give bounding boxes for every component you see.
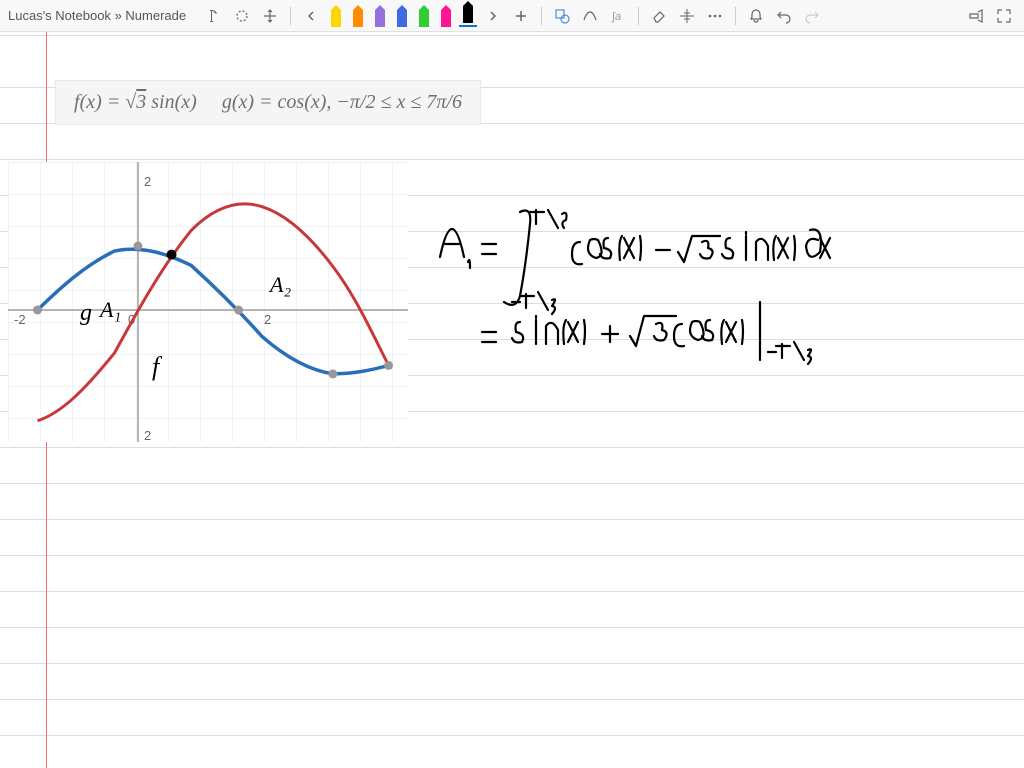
ruler-button[interactable] <box>675 4 699 28</box>
redo-icon <box>804 8 820 24</box>
formula-f: f(x) = √3 sin(x) <box>74 91 197 113</box>
fullscreen-button[interactable] <box>992 4 1016 28</box>
breadcrumb[interactable]: Lucas's Notebook » Numerade <box>8 8 186 23</box>
ink-shape-icon <box>582 8 598 24</box>
more-button[interactable] <box>703 4 727 28</box>
eraser-button[interactable] <box>647 4 671 28</box>
formula-box: f(x) = √3 sin(x) g(x) = cos(x), −π/2 ≤ x… <box>55 80 481 125</box>
lasso-tool-button[interactable] <box>230 4 254 28</box>
ytick-neg2: 2 <box>144 428 151 442</box>
handwritten-math <box>430 202 990 402</box>
insert-space-button[interactable] <box>258 4 282 28</box>
shapes-button[interactable] <box>550 4 574 28</box>
highlighter-blue[interactable] <box>393 5 411 27</box>
notebook-page[interactable]: f(x) = √3 sin(x) g(x) = cos(x), −π/2 ≤ x… <box>0 32 1024 768</box>
text-cursor-icon <box>206 8 222 24</box>
highlighter-pink[interactable] <box>437 5 455 27</box>
pen-black[interactable] <box>459 5 477 27</box>
toolbar: Lucas's Notebook » Numerade ∫a <box>0 0 1024 32</box>
fullscreen-icon <box>996 8 1012 24</box>
plot-container[interactable]: -2 0 2 2 2 <box>8 162 408 442</box>
highlighter-green-icon <box>419 9 429 27</box>
ink-math-icon: ∫a <box>610 8 626 24</box>
add-pen-button[interactable] <box>509 4 533 28</box>
breadcrumb-separator: » <box>115 8 122 23</box>
svg-text:∫a: ∫a <box>611 11 621 23</box>
highlighter-yellow-icon <box>331 9 341 27</box>
text-tool-button[interactable] <box>202 4 226 28</box>
chevron-right-icon <box>488 11 498 21</box>
highlighter-orange-icon <box>353 9 363 27</box>
dot-g-min <box>328 369 337 378</box>
highlighter-purple-icon <box>375 9 385 27</box>
separator <box>638 7 639 25</box>
dot-end <box>384 361 393 370</box>
dot-g-start <box>33 306 42 315</box>
highlighter-orange[interactable] <box>349 5 367 27</box>
chevron-left-icon <box>306 11 316 21</box>
shapes-icon <box>554 8 570 24</box>
eraser-icon <box>651 8 667 24</box>
breadcrumb-page: Numerade <box>125 8 186 23</box>
pen-black-icon <box>463 5 473 23</box>
plot-svg: -2 0 2 2 2 <box>8 162 408 442</box>
ink-to-math-button[interactable]: ∫a <box>606 4 630 28</box>
xtick-neg2: -2 <box>14 312 26 327</box>
ruler-icon <box>679 8 695 24</box>
breadcrumb-notebook: Lucas's Notebook <box>8 8 111 23</box>
plus-icon <box>514 9 528 23</box>
dot-intersection <box>167 250 177 260</box>
formula-g: g(x) = cos(x), −π/2 ≤ x ≤ 7π/6 <box>222 91 462 113</box>
highlighter-blue-icon <box>397 9 407 27</box>
highlighter-yellow[interactable] <box>327 5 345 27</box>
bell-icon <box>748 8 764 24</box>
highlighter-purple[interactable] <box>371 5 389 27</box>
ytick-2: 2 <box>144 174 151 189</box>
highlighter-green[interactable] <box>415 5 433 27</box>
share-icon <box>968 8 984 24</box>
redo-button[interactable] <box>800 4 824 28</box>
separator <box>290 7 291 25</box>
share-button[interactable] <box>964 4 988 28</box>
notifications-button[interactable] <box>744 4 768 28</box>
lasso-icon <box>234 8 250 24</box>
ink-to-shape-button[interactable] <box>578 4 602 28</box>
dot-g-top <box>134 242 143 251</box>
undo-button[interactable] <box>772 4 796 28</box>
prev-pen-button[interactable] <box>299 4 323 28</box>
separator <box>735 7 736 25</box>
more-icon <box>707 8 723 24</box>
dot-g-xcross <box>234 306 243 315</box>
insert-space-icon <box>262 8 278 24</box>
separator <box>541 7 542 25</box>
highlighter-pink-icon <box>441 9 451 27</box>
next-pen-button[interactable] <box>481 4 505 28</box>
xtick-2: 2 <box>264 312 271 327</box>
undo-icon <box>776 8 792 24</box>
